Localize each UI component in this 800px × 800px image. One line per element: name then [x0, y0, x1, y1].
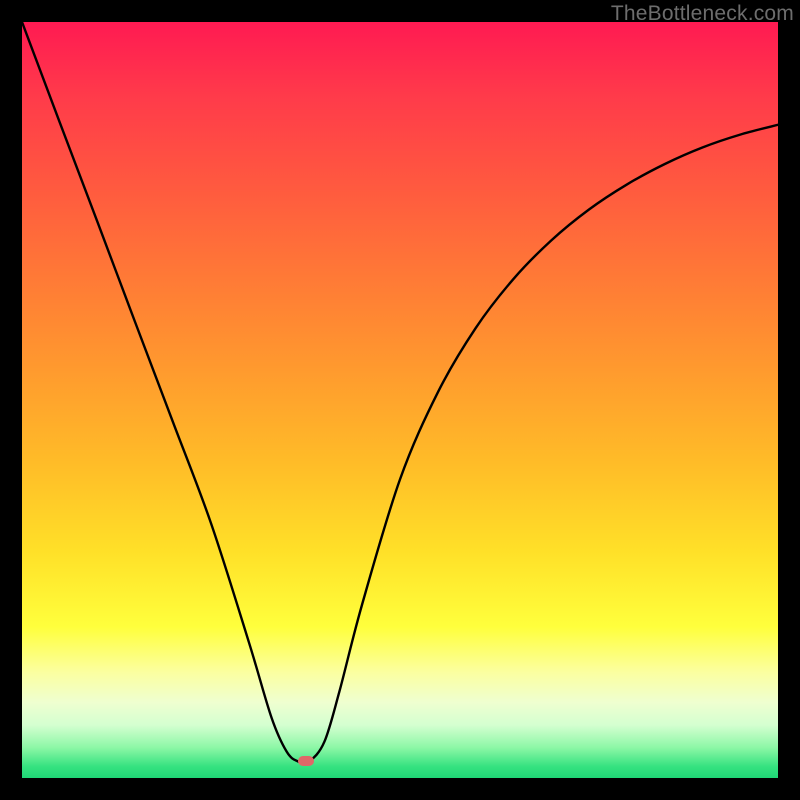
watermark-text: TheBottleneck.com — [611, 2, 794, 26]
bottleneck-marker-icon — [298, 756, 314, 766]
chart-frame — [22, 22, 778, 778]
bottleneck-curve — [22, 22, 778, 778]
